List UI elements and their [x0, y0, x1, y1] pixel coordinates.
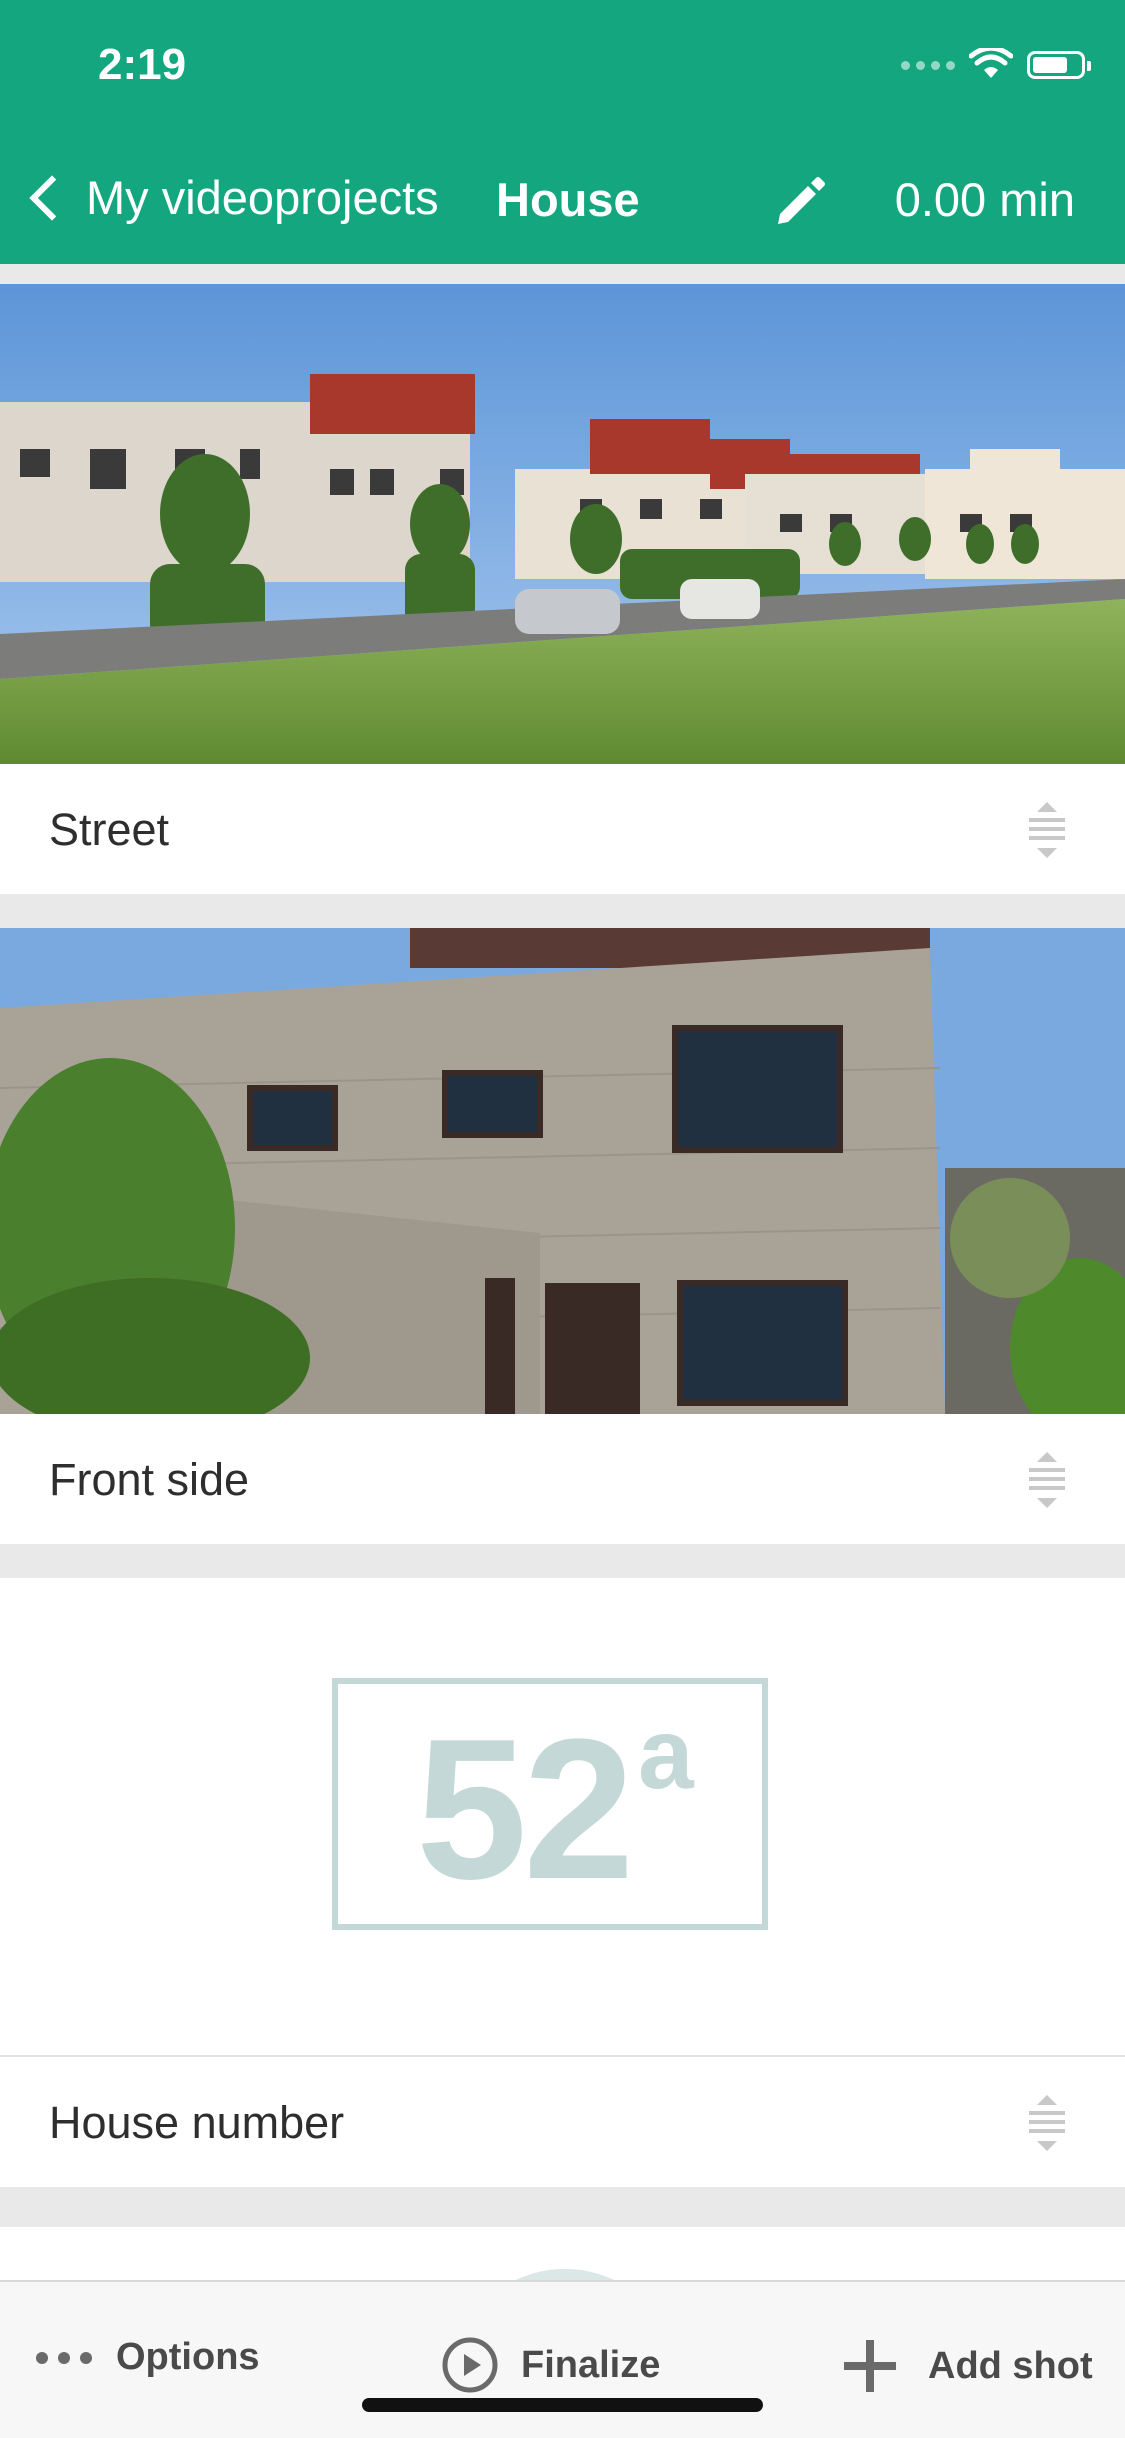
- shot-thumbnail[interactable]: [0, 284, 1125, 764]
- play-circle-icon: [442, 2337, 498, 2393]
- options-label: Options: [116, 2336, 260, 2378]
- shot-card[interactable]: Street: [0, 284, 1125, 894]
- shot-card-partial[interactable]: [0, 2227, 1125, 2329]
- drag-handle-icon[interactable]: [1023, 1448, 1071, 1512]
- shot-card[interactable]: 52 a House number: [0, 1578, 1125, 2187]
- shot-footer: Street: [0, 764, 1125, 894]
- shot-footer: Front side: [0, 1414, 1125, 1544]
- drag-handle-icon[interactable]: [1023, 798, 1071, 862]
- back-label: My videoprojects: [86, 171, 439, 224]
- options-button[interactable]: Options: [36, 2336, 260, 2379]
- pencil-icon[interactable]: [768, 170, 830, 232]
- back-button[interactable]: My videoprojects: [24, 170, 439, 225]
- top-bar: 2:19 My videoprojects House 0.00 min: [0, 0, 1125, 264]
- finalize-button[interactable]: Finalize: [441, 2336, 660, 2394]
- shot-card[interactable]: Front side: [0, 928, 1125, 1544]
- project-duration: 0.00 min: [894, 173, 1075, 226]
- shot-label: Street: [49, 804, 170, 855]
- separator: [0, 1544, 1125, 1578]
- signal-icon: [901, 60, 955, 70]
- shot-footer: House number: [0, 2057, 1125, 2187]
- battery-icon: [1027, 51, 1091, 79]
- shot-label: Front side: [49, 1454, 250, 1505]
- status-time: 2:19: [98, 40, 187, 89]
- house-number-illustration: 52 a: [332, 1678, 768, 1930]
- more-dots-icon: [36, 2351, 92, 2364]
- drag-handle-icon[interactable]: [1023, 2091, 1071, 2155]
- nav-bar: My videoprojects House 0.00 min: [0, 150, 1125, 250]
- add-shot-button[interactable]: Add shot: [840, 2336, 1093, 2396]
- status-icons: [901, 48, 1091, 82]
- page-title: House: [496, 173, 640, 226]
- plus-icon: [844, 2340, 896, 2392]
- placeholder-superscript: a: [638, 1698, 694, 1810]
- wifi-icon: [969, 48, 1013, 78]
- separator: [0, 894, 1125, 928]
- shot-label: House number: [49, 2097, 345, 2148]
- bottom-toolbar: Options Finalize Add shot: [0, 2280, 1125, 2438]
- shot-placeholder[interactable]: 52 a: [0, 1578, 1125, 2057]
- home-indicator: [362, 2398, 763, 2412]
- back-chevron-icon: [29, 174, 75, 221]
- finalize-label: Finalize: [521, 2343, 661, 2386]
- add-shot-label: Add shot: [928, 2344, 1093, 2387]
- shot-list: Street Front side 52 a House number: [0, 284, 1125, 2187]
- placeholder-number: 52: [416, 1698, 634, 1921]
- shot-thumbnail[interactable]: [0, 928, 1125, 1414]
